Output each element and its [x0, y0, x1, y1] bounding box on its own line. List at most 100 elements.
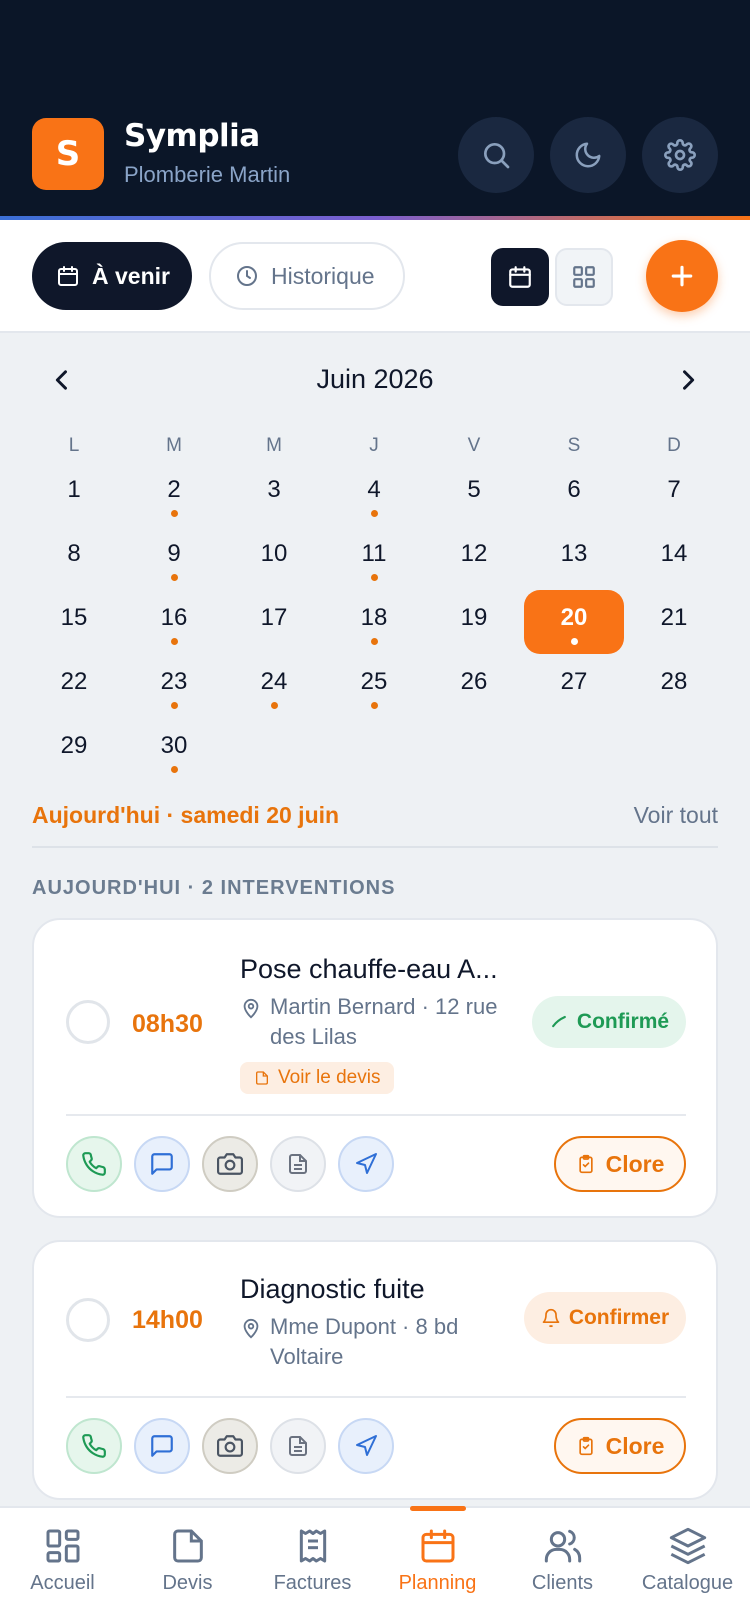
day-number: 18 [360, 604, 388, 631]
calendar-day[interactable]: 22 [24, 654, 124, 718]
calendar-day[interactable]: 1 [24, 462, 124, 526]
view-quote-label: Voir le devis [278, 1067, 381, 1088]
calendar-day[interactable]: 29 [24, 718, 124, 782]
next-month-button[interactable] [668, 360, 708, 400]
calendar-day[interactable]: 17 [224, 590, 324, 654]
calendar-day[interactable]: 15 [24, 590, 124, 654]
close-intervention-button[interactable]: Clore [554, 1418, 686, 1474]
nav-clients[interactable]: Clients [500, 1526, 625, 1595]
day-number: 12 [460, 540, 488, 567]
intervention-card[interactable]: 14h00 Diagnostic fuite Mme Dupont · 8 bd… [32, 1240, 718, 1500]
see-all-link[interactable]: Voir tout [634, 802, 718, 829]
grid-view-button[interactable] [555, 248, 613, 306]
phone-icon [82, 1152, 106, 1176]
calendar-day[interactable]: 26 [424, 654, 524, 718]
nav-devis[interactable]: Devis [125, 1526, 250, 1595]
calendar-day[interactable]: 28 [624, 654, 724, 718]
day-number: 29 [60, 732, 88, 759]
message-button[interactable] [134, 1136, 190, 1192]
event-dot [571, 638, 578, 645]
navigate-button[interactable] [338, 1418, 394, 1474]
nav-label: Clients [531, 1572, 594, 1594]
calendar-day[interactable]: 19 [424, 590, 524, 654]
calendar-day[interactable]: 6 [524, 462, 624, 526]
calendar-view-button[interactable] [491, 248, 549, 306]
day-number: 14 [660, 540, 688, 567]
calendar-day[interactable]: 10 [224, 526, 324, 590]
clipboard-check-icon [578, 1436, 593, 1456]
settings-button[interactable] [642, 117, 718, 193]
calendar-day[interactable]: 11 [324, 526, 424, 590]
layers-icon [669, 1527, 706, 1565]
calendar-day[interactable]: 23 [124, 654, 224, 718]
calendar-day[interactable]: 2 [124, 462, 224, 526]
day-number: 25 [360, 668, 388, 695]
tab-upcoming[interactable]: À venir [32, 242, 192, 310]
nav-label: Factures [273, 1572, 352, 1594]
search-button[interactable] [458, 117, 534, 193]
view-quote-link[interactable]: Voir le devis [240, 1062, 395, 1094]
calendar-day[interactable]: 4 [324, 462, 424, 526]
call-button[interactable] [66, 1418, 122, 1474]
navigate-button[interactable] [338, 1136, 394, 1192]
day-number: 20 [560, 604, 588, 631]
photo-button[interactable] [202, 1136, 258, 1192]
calendar-day[interactable]: 16 [124, 590, 224, 654]
day-number: 27 [560, 668, 588, 695]
photo-button[interactable] [202, 1418, 258, 1474]
intervention-time: 08h30 [132, 1010, 203, 1038]
calendar-day[interactable]: 9 [124, 526, 224, 590]
nav-accueil[interactable]: Accueil [0, 1526, 125, 1595]
complete-checkbox[interactable] [66, 1298, 110, 1342]
notes-button[interactable] [270, 1418, 326, 1474]
calendar-day[interactable]: 21 [624, 590, 724, 654]
intervention-address: Mme Dupont · 8 bd Voltaire [270, 1314, 459, 1369]
calendar-day[interactable]: 24 [224, 654, 324, 718]
card-divider [66, 1396, 686, 1398]
calendar-day[interactable]: 8 [24, 526, 124, 590]
calendar-day[interactable]: 14 [624, 526, 724, 590]
calendar-day[interactable]: 27 [524, 654, 624, 718]
calendar-day-today[interactable]: 20 [524, 590, 624, 654]
close-intervention-button[interactable]: Clore [554, 1136, 686, 1192]
check-icon [552, 1015, 566, 1028]
calendar-day[interactable]: 18 [324, 590, 424, 654]
tab-history[interactable]: Historique [209, 242, 405, 310]
dark-mode-button[interactable] [550, 117, 626, 193]
intervention-card[interactable]: 08h30 Pose chauffe-eau A... Martin Berna… [32, 918, 718, 1218]
intervention-meta: Mme Dupont · 8 bd Voltaire [240, 1312, 510, 1372]
calendar-day[interactable]: 13 [524, 526, 624, 590]
calendar-day[interactable]: 7 [624, 462, 724, 526]
bell-icon [542, 1308, 560, 1328]
company-name: Plomberie Martin [124, 162, 291, 187]
calendar-icon [58, 266, 78, 286]
notes-button[interactable] [270, 1136, 326, 1192]
dashboard-icon [46, 1529, 79, 1563]
intervention-title: Pose chauffe-eau A... [240, 954, 498, 984]
call-button[interactable] [66, 1136, 122, 1192]
message-button[interactable] [134, 1418, 190, 1474]
bottom-navigation: Accueil Devis Factures Planning Clients … [0, 1506, 750, 1624]
calendar-day[interactable]: 25 [324, 654, 424, 718]
nav-planning[interactable]: Planning [375, 1526, 500, 1595]
event-dot [171, 638, 178, 645]
calendar-day[interactable]: 12 [424, 526, 524, 590]
clock-icon [237, 266, 257, 286]
day-number: 15 [60, 604, 88, 631]
day-number: 7 [667, 476, 681, 503]
calendar-day[interactable]: 3 [224, 462, 324, 526]
navigation-icon [356, 1435, 377, 1456]
status-badge: Confirmé [532, 996, 686, 1048]
add-intervention-button[interactable] [646, 240, 718, 312]
calendar-day[interactable]: 30 [124, 718, 224, 782]
nav-factures[interactable]: Factures [250, 1526, 375, 1595]
nav-catalogue[interactable]: Catalogue [625, 1526, 750, 1595]
day-number: 16 [160, 604, 188, 631]
card-divider [66, 1114, 686, 1116]
complete-checkbox[interactable] [66, 1000, 110, 1044]
confirm-button[interactable]: Confirmer [524, 1292, 686, 1344]
event-dot [171, 574, 178, 581]
day-number: 13 [560, 540, 588, 567]
event-dot [171, 702, 178, 709]
calendar-day[interactable]: 5 [424, 462, 524, 526]
